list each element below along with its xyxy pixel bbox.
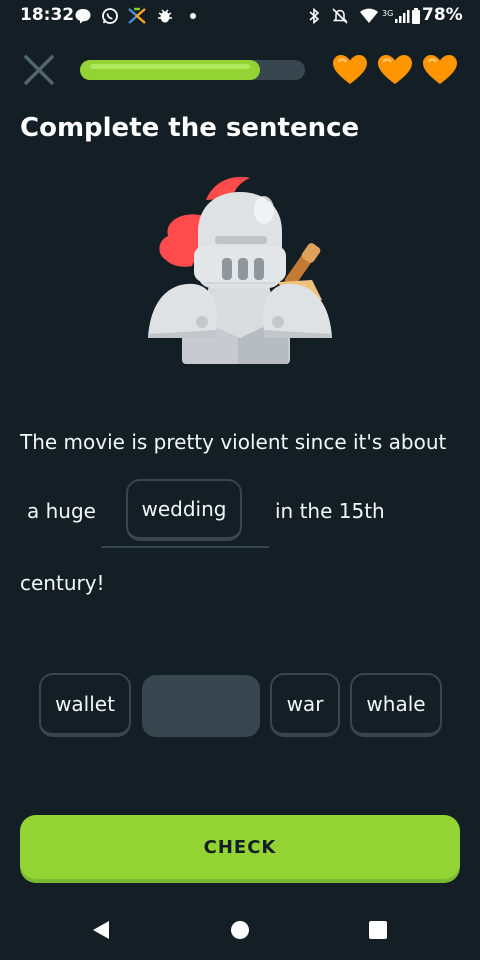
bluetooth-icon (309, 7, 320, 25)
app-x-icon (128, 7, 146, 24)
word-chip-label: war (286, 692, 324, 716)
whatsapp-icon (102, 8, 118, 24)
close-icon[interactable] (22, 53, 56, 87)
sentence-after-blank: in the 15th (275, 499, 385, 523)
blank-underline (101, 546, 269, 548)
heart-icon (423, 55, 457, 84)
network-type: 3G (382, 9, 394, 18)
check-button[interactable]: CHECK (20, 815, 460, 879)
sentence-line-3: century! (20, 571, 105, 595)
sentence-line-1: The movie is pretty violent since it's a… (20, 430, 447, 454)
back-icon[interactable] (91, 920, 111, 940)
heart-icon (333, 55, 367, 84)
word-chip-whale[interactable]: whale (350, 673, 442, 737)
wifi-icon (360, 8, 378, 23)
knight-armor-illustration (148, 176, 332, 364)
word-chip-wallet[interactable]: wallet (39, 673, 131, 737)
progress-fill (80, 60, 260, 80)
page-title: Complete the sentence (20, 113, 360, 143)
answer-chip-label: wedding (141, 497, 227, 521)
battery-percent: 78% (422, 5, 463, 25)
signal-icon (395, 10, 410, 23)
recents-icon[interactable] (369, 921, 387, 939)
bug-icon (158, 9, 172, 23)
heart-icon (378, 55, 412, 84)
lesson-progress-bar (80, 60, 305, 80)
word-chip-label: wallet (55, 692, 115, 716)
check-button-label: CHECK (203, 836, 277, 858)
progress-shine (90, 64, 250, 69)
status-bar: 18:32 3G 78% (0, 0, 480, 32)
status-time: 18:32 (20, 5, 75, 25)
home-icon[interactable] (230, 920, 250, 940)
word-chip-war[interactable]: war (270, 673, 340, 737)
mute-icon (332, 8, 348, 24)
chat-bubble-icon (75, 9, 91, 24)
battery-icon (412, 8, 420, 24)
word-chip-label: whale (366, 692, 426, 716)
answer-slot[interactable]: wedding (126, 479, 242, 541)
word-chip-used-placeholder (142, 675, 260, 737)
dot-icon (190, 13, 196, 19)
sentence-before-blank: a huge (27, 499, 96, 523)
